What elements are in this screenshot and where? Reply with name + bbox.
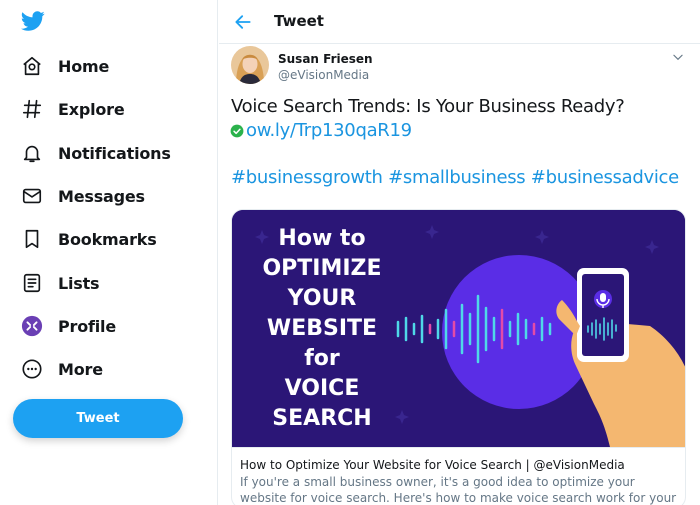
card-info: How to Optimize Your Website for Voice S… bbox=[232, 447, 685, 505]
list-icon bbox=[20, 271, 44, 295]
author-avatar[interactable] bbox=[231, 46, 269, 84]
card-image-line-4: WEBSITE bbox=[267, 316, 377, 341]
hashtag-link[interactable]: #businessgrowth bbox=[231, 167, 383, 188]
nav-label-home: Home bbox=[58, 56, 110, 76]
nav-item-messages[interactable]: Messages bbox=[20, 180, 145, 212]
check-circle-icon bbox=[230, 124, 244, 138]
card-image-line-3: YOUR bbox=[287, 286, 357, 311]
main-column: Tweet Susan Friesen @eVisionMedia Voice … bbox=[219, 0, 700, 505]
author-handle[interactable]: @eVisionMedia bbox=[278, 68, 369, 82]
nav-label-explore: Explore bbox=[58, 99, 125, 119]
nav-item-lists[interactable]: Lists bbox=[20, 267, 100, 299]
card-description: If you're a small business owner, it's a… bbox=[240, 475, 677, 505]
nav-label-bookmarks: Bookmarks bbox=[58, 229, 157, 249]
sidebar-nav: Home Explore Notifications Messages Book… bbox=[0, 0, 218, 505]
link-preview-card[interactable]: How to OPTIMIZE YOUR WEBSITE for VOICE S… bbox=[231, 209, 686, 505]
hashtag-icon bbox=[20, 97, 44, 121]
card-image-line-2: OPTIMIZE bbox=[262, 256, 381, 281]
nav-item-bookmarks[interactable]: Bookmarks bbox=[20, 223, 157, 255]
bell-icon bbox=[20, 141, 44, 165]
page-title: Tweet bbox=[274, 12, 324, 30]
nav-item-home[interactable]: Home bbox=[20, 50, 109, 82]
chevron-down-icon[interactable] bbox=[671, 50, 685, 64]
nav-label-lists: Lists bbox=[58, 273, 100, 293]
nav-item-notifications[interactable]: Notifications bbox=[20, 137, 171, 169]
tweet-button[interactable]: Tweet bbox=[13, 399, 183, 438]
nav-label-profile: Profile bbox=[58, 316, 116, 336]
card-image-line-7: SEARCH bbox=[272, 406, 371, 431]
envelope-icon bbox=[20, 184, 44, 208]
author-name[interactable]: Susan Friesen bbox=[278, 52, 373, 66]
nav-label-more: More bbox=[58, 359, 103, 379]
more-icon bbox=[20, 357, 44, 381]
nav-item-more[interactable]: More bbox=[20, 353, 103, 385]
home-icon bbox=[20, 54, 44, 78]
hashtag-link[interactable]: #smallbusiness bbox=[388, 167, 526, 188]
avatar-icon bbox=[20, 314, 44, 338]
tweet-link-line: ow.ly/Trp130qaR19 bbox=[230, 119, 412, 143]
nav-item-explore[interactable]: Explore bbox=[20, 93, 125, 125]
card-image: How to OPTIMIZE YOUR WEBSITE for VOICE S… bbox=[232, 210, 685, 447]
hashtag-link[interactable]: #businessadvice bbox=[531, 167, 679, 188]
twitter-logo-icon[interactable] bbox=[20, 9, 46, 33]
back-arrow-icon[interactable] bbox=[233, 12, 253, 32]
tweet-link[interactable]: ow.ly/Trp130qaR19 bbox=[246, 119, 412, 143]
tweet-hashtags: #businessgrowth #smallbusiness #business… bbox=[231, 166, 679, 190]
card-image-line-1: How to bbox=[278, 226, 365, 251]
nav-item-profile[interactable]: Profile bbox=[20, 310, 116, 342]
nav-label-notifications: Notifications bbox=[58, 143, 171, 163]
card-title: How to Optimize Your Website for Voice S… bbox=[240, 458, 625, 472]
card-image-line-5: for bbox=[304, 346, 340, 371]
bookmark-icon bbox=[20, 227, 44, 251]
page-header: Tweet bbox=[219, 0, 700, 44]
card-image-line-6: VOICE bbox=[285, 376, 360, 401]
tweet-text: Voice Search Trends: Is Your Business Re… bbox=[231, 96, 625, 117]
nav-label-messages: Messages bbox=[58, 186, 145, 206]
